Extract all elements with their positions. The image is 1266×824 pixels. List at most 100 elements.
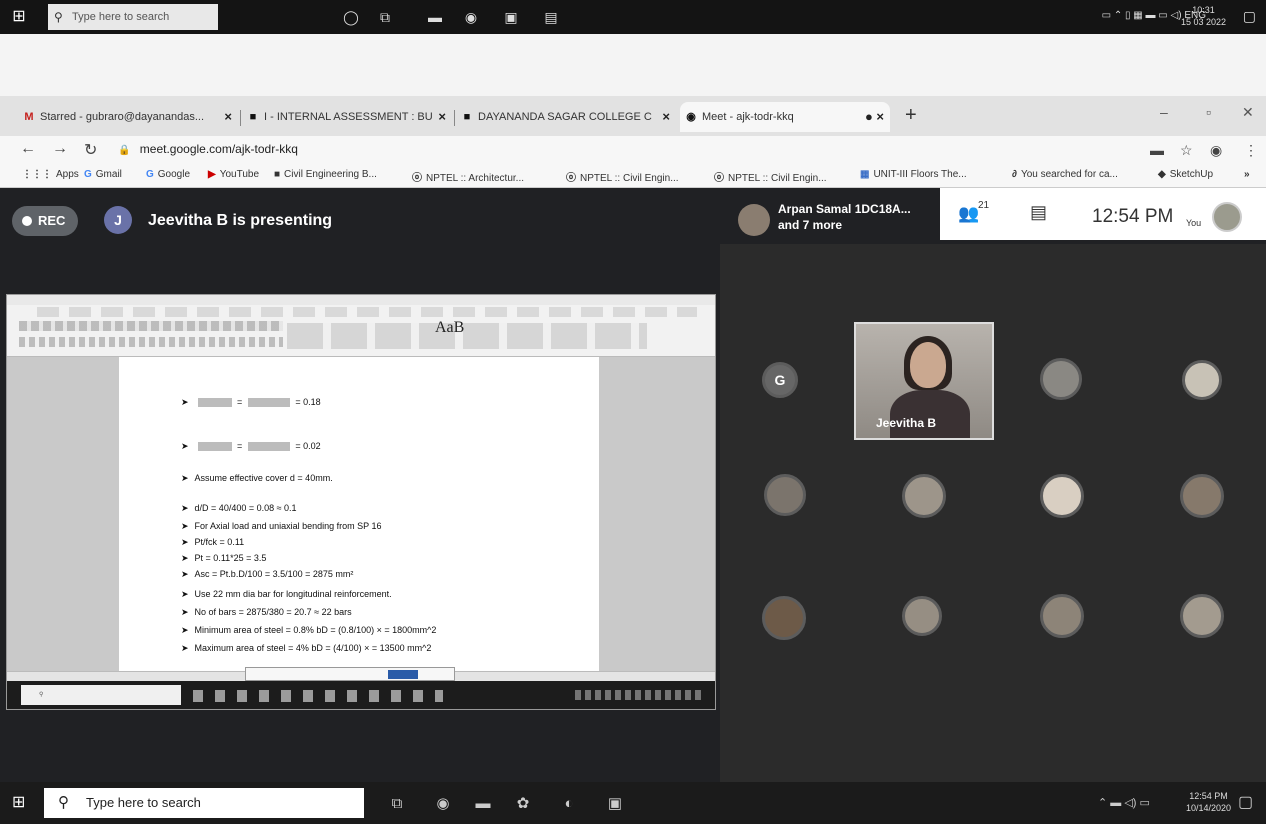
participant-tile[interactable] [1180,594,1224,638]
chat-icon[interactable]: ▤ [1030,202,1047,223]
tab-gmail[interactable]: M Starred - gubraro@dayanandas... × [18,102,238,132]
gmail-icon: M [24,111,34,123]
bookmark-nptel-civil-1[interactable]: ⓞ NPTEL :: Civil Engin... [566,169,679,184]
doc-line: ➤ Pt = 0.11*25 = 3.5 [181,553,267,563]
bookmark-search[interactable]: ∂ You searched for ca... [1012,169,1118,180]
people-icon[interactable]: 👥 [958,204,979,224]
bookmark-nptel-civil-2[interactable]: ⓞ NPTEL :: Civil Engin... [714,169,827,184]
sharing-notice [245,667,455,681]
classroom-icon: ■ [249,111,257,123]
outer-taskbar: ⊞ ⚲ Type here to search ◯ ⧉ ▬ ◉ ▣ ▤ ▭ ⌃ … [0,0,1266,34]
reload-icon[interactable]: ↻ [84,140,97,160]
bookmark-sketchup[interactable]: ◆ SketchUp [1158,169,1213,180]
app-icon[interactable]: ✿ [512,793,534,815]
close-window-icon[interactable]: ✕ [1242,104,1254,121]
participant-tile[interactable] [764,474,806,516]
bookmark-label: NPTEL :: Architectur... [426,173,524,184]
notification-icon[interactable]: ▢ [1238,792,1253,812]
chrome-icon[interactable]: ◉ [432,793,454,815]
participant-name: Arpan Samal 1DC18A... [778,202,911,216]
style-sample: AaB [435,319,465,336]
doc-line: ➤ = = 0.18 [181,397,321,408]
close-icon[interactable]: × [438,102,446,132]
participant-tile[interactable] [1040,474,1084,518]
forward-icon[interactable]: → [52,140,68,158]
tab-internal-assessment[interactable]: ■ I - INTERNAL ASSESSMENT : BU × [242,102,452,132]
file-explorer-icon[interactable]: ▬ [472,793,494,815]
new-tab-button[interactable]: + [905,104,917,127]
bookmark-civil-engineering[interactable]: ■ Civil Engineering B... [274,169,377,180]
maximize-icon[interactable]: ▫ [1206,104,1211,120]
participant-avatar [738,204,770,236]
camera-icon[interactable]: ▬ [1150,142,1164,158]
participant-tile[interactable] [762,596,806,640]
nptel-icon: ⓞ [714,173,724,184]
bookmark-icon: ■ [274,169,281,180]
participant-tile[interactable] [1040,594,1084,638]
bookmarks-overflow-icon[interactable]: » [1244,169,1254,180]
task-view-icon[interactable]: ⧉ [374,6,396,28]
doc-line: ➤ For Axial load and uniaxial bending fro… [181,521,382,531]
participant-tile[interactable] [1040,358,1082,400]
outer-clock-date: 15 03 2022 [1180,17,1226,27]
tab-label: DAYANANDA SAGAR COLLEGE C [478,111,652,123]
meet-clock: 12:54 PM [1092,206,1174,227]
search-box[interactable]: ⚲ Type here to search [44,788,364,818]
profile-icon[interactable]: ◉ [1210,142,1222,159]
participant-tile[interactable] [902,474,946,518]
store-icon[interactable]: ▤ [540,6,562,28]
bookmark-gmail[interactable]: G Gmail [84,169,122,180]
doc-line: ➤ No of bars = 2875/380 = 20.7 ≈ 22 bars [181,607,352,617]
participant-tile[interactable] [1180,474,1224,518]
menu-icon[interactable]: ⋮ [1244,142,1258,159]
stop-sharing-button[interactable] [388,670,418,679]
outer-clock[interactable]: 10:31 15 03 2022 [1181,4,1226,28]
chevron-right-icon: » [1244,169,1250,180]
file-explorer-icon[interactable]: ▬ [424,6,446,28]
sheets-icon: ■ [463,111,471,123]
store-icon[interactable]: ▣ [604,793,626,815]
clock-date: 10/14/2020 [1186,803,1232,813]
bookmark-nptel-architecture[interactable]: ⓞ NPTEL :: Architectur... [412,169,524,184]
close-icon[interactable]: × [662,102,670,132]
doc-title-bar [7,295,715,305]
tab-meet[interactable]: ◉ Meet - ajk-todr-kkq ● × [680,102,890,132]
recording-badge: REC [12,206,78,236]
tab-label: I - INTERNAL ASSESSMENT : BU [264,111,433,123]
nptel-icon: ⓞ [412,173,422,184]
outer-search-box[interactable]: ⚲ Type here to search [48,4,218,30]
cortana-icon[interactable]: ◯ [340,6,362,28]
bookmark-youtube[interactable]: ▶ YouTube [208,169,259,180]
edge-icon[interactable]: ◐ [558,793,580,815]
task-view-icon[interactable]: ⧉ [386,793,408,815]
bookmark-apps[interactable]: ⋮⋮⋮ Apps [22,169,79,180]
doc-line: ➤ d/D = 40/400 = 0.08 ≈ 0.1 [181,503,297,513]
doc-line: ➤ Maximum area of steel = 4% bD = (4/100)… [181,643,432,653]
self-avatar[interactable] [1212,202,1242,232]
ribbon-styles [287,323,647,349]
bookmark-label: SketchUp [1169,169,1214,180]
clock[interactable]: 12:54 PM 10/14/2020 [1186,790,1231,814]
app-icon[interactable]: ▣ [500,6,522,28]
ribbon-paragraph-row [19,337,283,347]
participant-tile[interactable] [1182,360,1222,400]
back-icon[interactable]: ← [20,140,36,158]
close-icon[interactable]: ● × [865,102,884,132]
tab-dayananda[interactable]: ■ DAYANANDA SAGAR COLLEGE C × [456,102,676,132]
url-field[interactable]: 🔒 meet.google.com/ajk-todr-kkq [118,142,298,156]
windows-start-icon[interactable]: ⊞ [12,792,32,812]
participant-tile[interactable]: G [762,362,798,398]
star-icon[interactable]: ☆ [1180,142,1193,159]
participant-tile[interactable] [902,596,942,636]
bookmark-label: NPTEL :: Civil Engin... [580,173,679,184]
participants-chip[interactable]: Arpan Samal 1DC18A... and 7 more [734,196,940,240]
windows-start-icon[interactable]: ⊞ [8,6,30,28]
lock-icon: 🔒 [118,145,131,156]
bookmark-google[interactable]: G Google [146,169,190,180]
bookmark-unit-iii[interactable]: ▦ UNIT-III Floors The... [860,169,967,180]
close-icon[interactable]: × [224,102,232,132]
chrome-icon[interactable]: ◉ [460,6,482,28]
minimize-icon[interactable]: – [1160,104,1168,120]
featured-video-tile[interactable]: Jeevitha B [854,322,994,440]
notification-icon[interactable]: ▢ [1243,8,1256,25]
